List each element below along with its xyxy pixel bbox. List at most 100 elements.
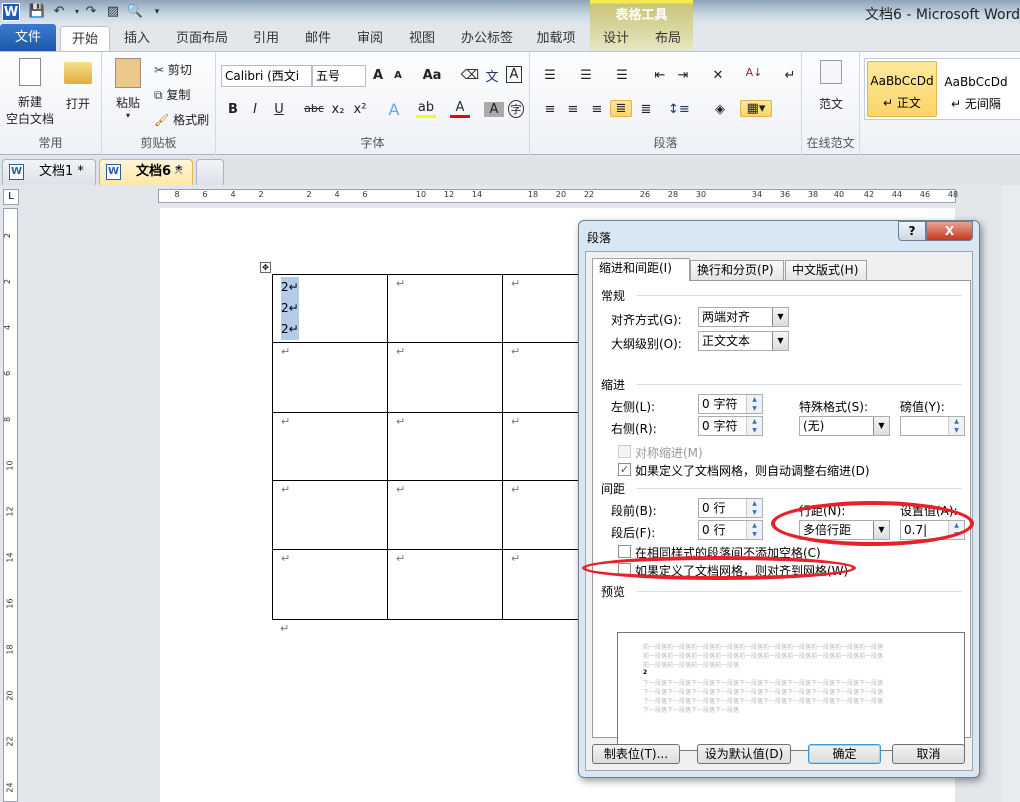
table-move-handle-icon[interactable]: ✥ [260, 262, 271, 273]
set-default-button[interactable]: 设为默认值(D) [697, 744, 791, 764]
spinner-icon[interactable]: ▲ ▼ [746, 499, 762, 517]
table-cell[interactable]: ↵ [387, 412, 503, 481]
doc-tab-6[interactable]: W 文档6 * ✕ [99, 159, 193, 185]
tab-view[interactable]: 视图 [402, 26, 442, 52]
help-button[interactable]: ? [898, 221, 926, 241]
new-document-button[interactable]: 新建 空白文档 [6, 58, 54, 127]
cancel-button[interactable]: 取消 [892, 744, 965, 764]
tab-insert[interactable]: 插入 [115, 26, 159, 52]
phonetic-guide-icon[interactable]: 文 [482, 66, 502, 85]
bullets-icon[interactable]: ☰ [540, 68, 560, 83]
paste-button[interactable]: 粘贴 ▾ [112, 58, 144, 120]
table-cell[interactable]: ↵ [387, 342, 503, 413]
customize-icon[interactable]: ▾ [148, 3, 166, 21]
justify-icon[interactable]: ≣ [610, 100, 632, 117]
vertical-scrollbar[interactable] [1002, 185, 1020, 802]
shading-icon[interactable]: ◈ [710, 102, 730, 117]
table-cell[interactable]: ↵ [387, 274, 503, 343]
table-cell[interactable]: ↵ [387, 480, 503, 550]
doc-tab-1[interactable]: W 文档1 * [2, 159, 96, 185]
table-cell[interactable]: ↵ [272, 412, 388, 481]
borders-icon[interactable]: ▦▾ [740, 100, 772, 117]
tab-line-page-breaks[interactable]: 换行和分页(P) [690, 260, 784, 280]
highlight-icon[interactable]: ab [416, 100, 436, 118]
bold-icon[interactable]: B [223, 102, 243, 117]
save-icon[interactable]: 💾 [28, 3, 46, 21]
special-indent-select[interactable]: (无) ▼ [799, 416, 890, 436]
space-before-input[interactable]: 0 行 ▲ ▼ [698, 498, 763, 518]
tab-addins[interactable]: 加载项 [532, 26, 580, 52]
clear-format-icon[interactable]: ⌫ [460, 68, 480, 83]
close-tab-icon[interactable]: ✕ [173, 160, 184, 184]
tabs-button[interactable]: 制表位(T)... [592, 744, 680, 764]
spinner-icon[interactable]: ▲ ▼ [948, 417, 964, 435]
auto-adjust-checkbox[interactable]: ✓ [618, 463, 631, 476]
spinner-icon[interactable]: ▲ ▼ [746, 417, 762, 435]
mirror-indent-checkbox[interactable] [618, 445, 631, 458]
redo-icon[interactable]: ↷ [82, 3, 100, 21]
spinner-icon[interactable]: ▲ ▼ [746, 395, 762, 413]
format-painter-button[interactable]: 🖌 格式刷 [154, 111, 209, 128]
tab-review[interactable]: 审阅 [350, 26, 390, 52]
italic-icon[interactable]: I [245, 102, 265, 117]
decrease-indent-icon[interactable]: ⇤ [650, 68, 670, 83]
document-table[interactable]: 2↵ 2↵ 2↵ ↵ ↵ ↵ ↵ ↵ ↵ ↵ ↵ ↵ ↵ ↵ ↵ ↵ ↵ [272, 274, 618, 620]
table-cell[interactable]: ↵ [272, 342, 388, 413]
numbering-icon[interactable]: ☰ [576, 68, 596, 83]
strikethrough-icon[interactable]: abc [304, 102, 324, 115]
char-shading-icon[interactable]: A [484, 102, 504, 117]
tab-design[interactable]: 设计 [598, 26, 634, 52]
alignment-select[interactable]: 两端对齐 ▼ [698, 307, 789, 327]
copy-button[interactable]: ⧉ 复制 [154, 86, 190, 103]
tab-page-layout[interactable]: 页面布局 [170, 26, 234, 52]
enclose-char-icon[interactable]: 字 [508, 100, 524, 118]
char-border-icon[interactable]: A [506, 66, 522, 83]
tab-selector[interactable]: L [3, 189, 19, 205]
distributed-icon[interactable]: ≣ [636, 102, 656, 117]
close-button[interactable]: X [926, 221, 973, 241]
font-color-icon[interactable]: A [450, 100, 470, 118]
multilevel-list-icon[interactable]: ☰ [612, 68, 632, 83]
line-spacing-icon[interactable]: ↕≡ [668, 102, 690, 117]
change-case-icon[interactable]: Aa [422, 68, 442, 83]
outline-level-select[interactable]: 正文文本 ▼ [698, 331, 789, 351]
shrink-font-icon[interactable]: A [388, 70, 408, 81]
grow-font-icon[interactable]: A [368, 68, 388, 83]
indent-left-input[interactable]: 0 字符 ▲ ▼ [698, 394, 763, 414]
tab-mailings[interactable]: 邮件 [298, 26, 338, 52]
spinner-icon[interactable]: ▲ ▼ [746, 521, 762, 539]
sort-icon[interactable]: A↓ [744, 66, 764, 79]
increase-indent-icon[interactable]: ⇥ [673, 68, 693, 83]
horizontal-ruler[interactable]: 8 6 4 2 2 4 6 10 12 14 18 20 22 26 28 30 34 36 38 40 42 44 46 4… [158, 189, 958, 203]
tab-office-tab[interactable]: 办公标签 [455, 26, 519, 52]
ok-button[interactable]: 确定 [808, 744, 881, 764]
indent-right-input[interactable]: 0 字符 ▲ ▼ [698, 416, 763, 436]
align-center-icon[interactable]: ≡ [563, 102, 583, 117]
underline-icon[interactable]: U [269, 102, 289, 117]
subscript-icon[interactable]: x₂ [328, 102, 348, 117]
picture-icon[interactable]: ▨ [104, 3, 122, 21]
font-size-combo[interactable]: 五号 [312, 65, 366, 87]
table-cell[interactable]: 2↵ 2↵ 2↵ [272, 274, 388, 343]
align-right-icon[interactable]: ≡ [587, 102, 607, 117]
superscript-icon[interactable]: x² [350, 102, 370, 117]
indent-by-input[interactable]: ▲ ▼ [900, 416, 965, 436]
chinese-layout-icon[interactable]: ✕ [708, 68, 728, 83]
tab-indent-spacing[interactable]: 缩进和间距(I) [592, 258, 690, 281]
style-no-spacing[interactable]: AaBbCcDd ↵ 无间隔 [941, 61, 1011, 117]
show-marks-icon[interactable]: ↵ [780, 68, 800, 83]
text-effect-icon[interactable]: A [384, 100, 404, 119]
tab-asian-typography[interactable]: 中文版式(H) [785, 260, 867, 280]
table-cell[interactable]: ↵ [272, 480, 388, 550]
table-cell[interactable]: ↵ [387, 549, 503, 620]
space-after-input[interactable]: 0 行 ▲ ▼ [698, 520, 763, 540]
undo-icon[interactable]: ↶ [50, 3, 68, 21]
style-normal[interactable]: AaBbCcDd ↵ 正文 [867, 61, 937, 117]
no-space-checkbox[interactable] [618, 545, 631, 558]
print-preview-icon[interactable]: 🔍 [126, 3, 144, 21]
tab-references[interactable]: 引用 [246, 26, 286, 52]
new-tab-button[interactable] [196, 159, 224, 185]
cut-button[interactable]: ✂ 剪切 [154, 61, 192, 78]
vertical-ruler[interactable]: 2 2 4 6 8 10 12 14 16 18 20 22 24 [3, 208, 18, 802]
align-left-icon[interactable]: ≡ [540, 102, 560, 117]
